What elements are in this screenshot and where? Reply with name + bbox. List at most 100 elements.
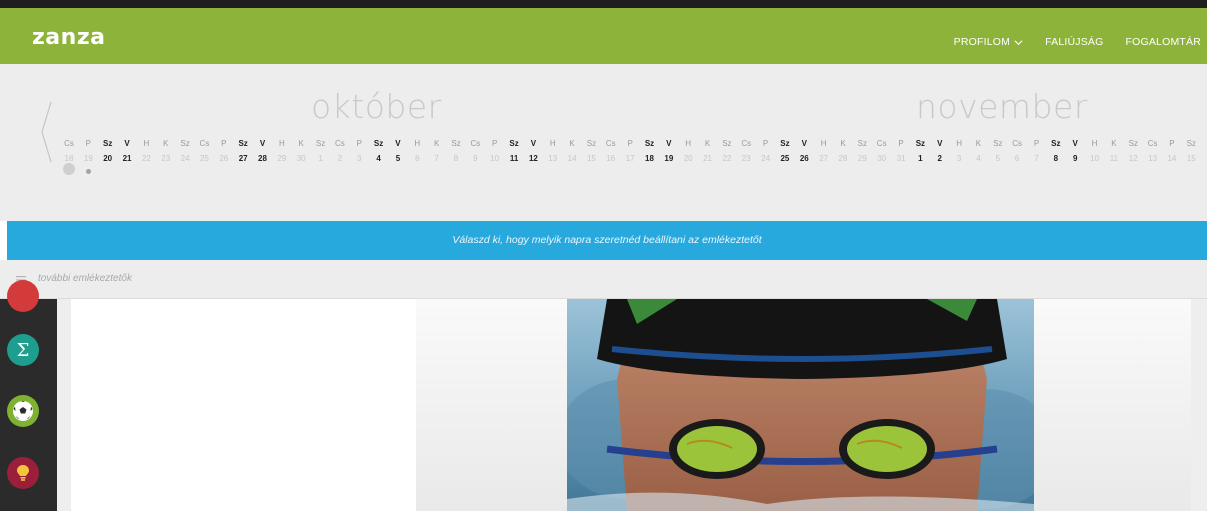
calendar-day[interactable]: 10 <box>485 154 505 163</box>
calendar-day[interactable]: 16 <box>601 154 621 163</box>
calendar-day[interactable]: 24 <box>175 154 195 163</box>
weekday-label: P <box>85 139 92 148</box>
weekday-label: Sz <box>315 139 326 148</box>
calendar-day[interactable]: 25 <box>194 154 214 163</box>
nav-profile[interactable]: PROFILOM <box>954 36 1023 48</box>
zanza-logo[interactable]: zanza <box>32 25 105 50</box>
lightbulb-icon[interactable] <box>7 457 39 489</box>
weekday-label: P <box>898 139 904 148</box>
calendar-day[interactable]: 2 <box>930 154 950 163</box>
soccer-ball-icon[interactable] <box>7 395 39 427</box>
nav-profile-label: PROFILOM <box>953 36 1011 48</box>
calendar-day[interactable]: 13 <box>543 154 563 163</box>
weekday-label: Sz <box>722 139 732 148</box>
weekday-label: Sz <box>373 139 384 148</box>
site-header: zanza PROFILOM FALIÚJSÁG FOGALOMTÁR <box>0 8 1207 64</box>
soccer-ball-glyph <box>13 401 33 421</box>
calendar-day[interactable]: 7 <box>427 154 447 163</box>
nav-wall[interactable]: FALIÚJSÁG <box>1045 36 1103 48</box>
weekday-label: V <box>124 139 130 148</box>
weekday-label: V <box>259 139 266 148</box>
weekday-label: K <box>1111 139 1117 148</box>
month-label-october: október <box>311 87 442 126</box>
weekday-label: Sz <box>1051 139 1061 148</box>
calendar-day[interactable]: 17 <box>620 154 640 163</box>
calendar-day[interactable]: 13 <box>1143 154 1163 163</box>
weekday-label: Sz <box>509 139 519 148</box>
weekday-label: P <box>356 139 362 148</box>
calendar-day[interactable]: 6 <box>1007 154 1027 163</box>
weekday-label: Cs <box>335 139 345 148</box>
calendar-day[interactable]: 30 <box>291 154 311 163</box>
calendar-day[interactable]: 3 <box>949 154 969 163</box>
calendar-day[interactable]: 30 <box>872 154 892 163</box>
calendar-day[interactable]: 26 <box>214 154 234 163</box>
calendar-day[interactable]: 5 <box>988 154 1008 163</box>
calendar-day[interactable]: 3 <box>349 154 369 163</box>
calendar-day[interactable]: 22 <box>717 154 737 163</box>
calendar-day[interactable]: 10 <box>1085 154 1105 163</box>
calendar-day[interactable]: 21 <box>117 154 137 163</box>
calendar-day[interactable]: 18 <box>640 154 660 163</box>
weekday-label: K <box>975 139 982 148</box>
calendar-day[interactable]: 2 <box>330 154 350 163</box>
calendar-day[interactable]: 29 <box>272 154 292 163</box>
calendar-day[interactable]: 26 <box>794 154 814 163</box>
calendar-day[interactable]: 12 <box>1123 154 1143 163</box>
calendar-day[interactable]: 21 <box>698 154 718 163</box>
subject-button-red[interactable] <box>7 280 39 312</box>
calendar-day[interactable]: 27 <box>814 154 834 163</box>
calendar-day[interactable]: 1 <box>311 154 331 163</box>
calendar-day[interactable]: 7 <box>1027 154 1047 163</box>
calendar-day[interactable]: 28 <box>833 154 853 163</box>
weekday-label: Sz <box>915 139 926 148</box>
calendar-day[interactable]: 23 <box>156 154 176 163</box>
calendar-day[interactable]: 4 <box>968 154 988 163</box>
weekday-label: K <box>433 139 440 148</box>
calendar-day[interactable]: 18 <box>59 154 79 163</box>
weekday-label: H <box>1091 139 1098 148</box>
calendar-day[interactable]: 1 <box>910 154 930 163</box>
calendar-day[interactable]: 25 <box>775 154 795 163</box>
instruction-banner: Válaszd ki, hogy melyik napra szeretnéd … <box>7 221 1207 260</box>
calendar-day[interactable]: 11 <box>504 154 524 163</box>
calendar-day[interactable]: 28 <box>253 154 273 163</box>
weekday-label: Sz <box>644 139 655 148</box>
swimmer-photo <box>567 299 1034 511</box>
calendar-day[interactable]: 24 <box>756 154 776 163</box>
calendar-day[interactable]: 23 <box>736 154 756 163</box>
weekday-label: K <box>569 139 575 148</box>
calendar-day[interactable]: 11 <box>1104 154 1124 163</box>
reminders-bar[interactable]: további emlékeztetők <box>0 260 1207 299</box>
calendar-day[interactable]: 19 <box>78 154 98 163</box>
calendar-day[interactable]: 15 <box>1181 154 1201 163</box>
calendar-day[interactable]: 5 <box>388 154 408 163</box>
calendar-day[interactable]: 8 <box>1046 154 1066 163</box>
calendar-day[interactable]: 20 <box>678 154 698 163</box>
calendar-day[interactable]: 29 <box>852 154 872 163</box>
calendar-day[interactable]: 9 <box>1065 154 1085 163</box>
weekday-label: H <box>820 139 827 148</box>
weekday-label: Sz <box>586 139 597 148</box>
weekday-label: Cs <box>64 139 74 148</box>
weekday-label: K <box>163 139 169 148</box>
calendar-day[interactable]: 31 <box>891 154 911 163</box>
calendar-day[interactable]: 12 <box>523 154 543 163</box>
calendar-day[interactable]: 4 <box>369 154 389 163</box>
month-label-november: november <box>916 87 1088 126</box>
calendar-day[interactable]: 6 <box>407 154 427 163</box>
sigma-icon[interactable]: Σ <box>7 334 39 366</box>
calendar-day[interactable]: 20 <box>98 154 118 163</box>
weekday-label: Sz <box>1186 139 1196 148</box>
calendar-day[interactable]: 9 <box>465 154 485 163</box>
calendar-day[interactable]: 14 <box>562 154 582 163</box>
calendar-day[interactable]: 15 <box>581 154 601 163</box>
chevron-left-icon[interactable] <box>40 101 52 163</box>
calendar-day[interactable]: 19 <box>659 154 679 163</box>
nav-glossary[interactable]: FOGALOMTÁR <box>1125 36 1201 48</box>
calendar-day[interactable]: 22 <box>136 154 156 163</box>
calendar-day[interactable]: 8 <box>446 154 466 163</box>
weekday-label: K <box>298 139 304 148</box>
calendar-day[interactable]: 27 <box>233 154 253 163</box>
calendar-day[interactable]: 14 <box>1162 154 1182 163</box>
